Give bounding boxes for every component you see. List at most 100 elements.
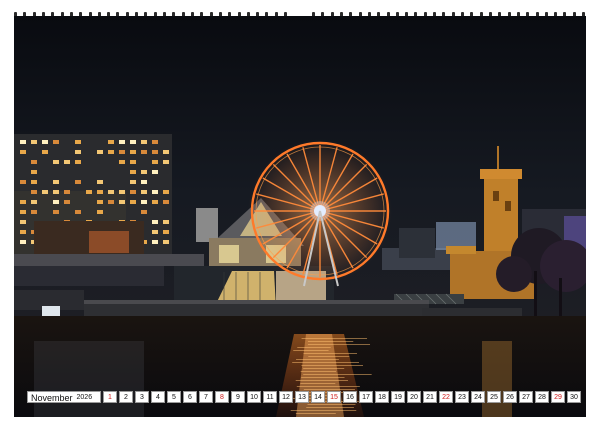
window-light — [163, 160, 169, 164]
water-ripple — [295, 380, 348, 381]
water-ripple — [301, 377, 345, 378]
water-ripple — [303, 374, 372, 375]
water-ripple — [303, 353, 358, 354]
window-light — [97, 210, 103, 214]
day-cell: 2 — [119, 391, 133, 403]
window-light — [119, 150, 125, 154]
water-ripple — [307, 344, 371, 345]
window-light — [20, 230, 26, 234]
window-light — [53, 200, 59, 204]
window-light — [152, 160, 158, 164]
window-light — [163, 150, 169, 154]
window-light — [141, 170, 147, 174]
window-light — [53, 160, 59, 164]
water-ripple — [295, 413, 336, 414]
window-light — [141, 190, 147, 194]
day-cell: 10 — [247, 391, 261, 403]
window-light — [130, 200, 136, 204]
day-cell: 7 — [199, 391, 213, 403]
day-cell: 30 — [567, 391, 581, 403]
window-light — [163, 220, 169, 224]
water-ripple — [290, 410, 357, 411]
day-cell: 28 — [535, 391, 549, 403]
window-light — [75, 150, 81, 154]
day-cell: 13 — [295, 391, 309, 403]
water-ripple — [303, 368, 345, 369]
window-light — [130, 140, 136, 144]
window-light — [163, 200, 169, 204]
window-light — [75, 210, 81, 214]
window-light — [64, 200, 70, 204]
window-light — [75, 140, 81, 144]
window-light — [20, 210, 26, 214]
window-light — [119, 200, 125, 204]
window-light — [152, 230, 158, 234]
window-light — [141, 140, 147, 144]
day-cell: 19 — [391, 391, 405, 403]
window-light — [141, 180, 147, 184]
calendar-strip: November 2026 1 2 3 4 5 6 7 8 9 10 11 12 13 14 15 16 17 1… — [27, 390, 581, 404]
day-cell: 12 — [279, 391, 293, 403]
water-ripple — [307, 404, 356, 405]
window-light — [130, 170, 136, 174]
window-light — [130, 150, 136, 154]
window-light — [108, 140, 114, 144]
day-cell: 26 — [503, 391, 517, 403]
window-light — [31, 190, 37, 194]
day-cell: 17 — [359, 391, 373, 403]
water-ripple — [307, 341, 354, 342]
window-light — [119, 190, 125, 194]
day-cell: 27 — [519, 391, 533, 403]
month-name: November — [31, 393, 73, 403]
window-light — [108, 190, 114, 194]
window-light — [20, 200, 26, 204]
window-light — [97, 150, 103, 154]
window-light — [97, 190, 103, 194]
window-light — [119, 140, 125, 144]
window-light — [53, 140, 59, 144]
water-ripple — [297, 347, 331, 348]
window-light — [42, 150, 48, 154]
day-cells: 1 2 3 4 5 6 7 8 9 10 11 12 13 14 15 16 17 18 19 20 21 22 23 24 2… — [103, 391, 581, 403]
window-light — [141, 150, 147, 154]
window-light — [31, 210, 37, 214]
window-light — [64, 190, 70, 194]
window-light — [53, 210, 59, 214]
window-light — [130, 190, 136, 194]
window-light — [119, 160, 125, 164]
day-cell: 29 — [551, 391, 565, 403]
window-light — [152, 150, 158, 154]
window-light — [64, 160, 70, 164]
water-ripple — [293, 350, 329, 351]
window-light — [97, 200, 103, 204]
window-light — [141, 200, 147, 204]
window-light — [20, 150, 26, 154]
water-ripple — [308, 356, 350, 357]
window-light — [31, 180, 37, 184]
window-light — [42, 140, 48, 144]
window-light — [20, 220, 26, 224]
window-light — [141, 210, 147, 214]
month-label: November 2026 — [27, 391, 101, 403]
day-cell: 23 — [455, 391, 469, 403]
window-light — [152, 170, 158, 174]
day-cell: 15 — [327, 391, 341, 403]
window-light — [86, 190, 92, 194]
window-light — [20, 240, 26, 244]
day-cell: 16 — [343, 391, 357, 403]
window-light — [152, 240, 158, 244]
day-cell: 3 — [135, 391, 149, 403]
window-light — [163, 190, 169, 194]
day-cell: 24 — [471, 391, 485, 403]
day-cell: 6 — [183, 391, 197, 403]
night-photo — [14, 16, 586, 417]
window-light — [20, 140, 26, 144]
water-ripple — [292, 362, 359, 363]
day-cell: 20 — [407, 391, 421, 403]
day-cell: 25 — [487, 391, 501, 403]
month-year: 2026 — [76, 394, 93, 401]
water-ripple — [301, 338, 368, 339]
window-light — [108, 150, 114, 154]
window-light — [31, 170, 37, 174]
day-cell: 8 — [215, 391, 229, 403]
